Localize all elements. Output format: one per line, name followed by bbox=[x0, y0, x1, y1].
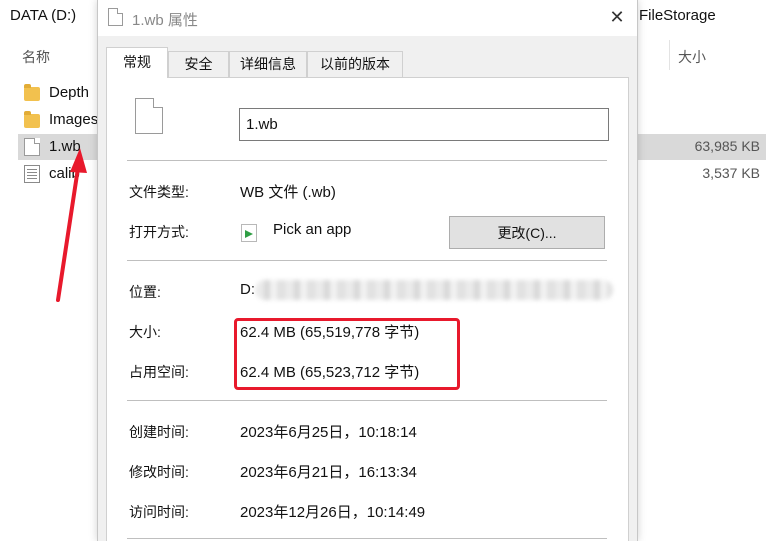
tab-security[interactable]: 安全 bbox=[168, 51, 229, 77]
tab-previous-versions[interactable]: 以前的版本 bbox=[307, 51, 403, 77]
column-header-name[interactable]: 名称 bbox=[22, 47, 50, 67]
accessed-value: 2023年12月26日，10:14:49 bbox=[240, 504, 426, 521]
created-value: 2023年6月25日，10:18:14 bbox=[240, 424, 417, 441]
exe-icon bbox=[24, 165, 40, 183]
divider bbox=[127, 260, 607, 261]
file-type-label: 文件类型: bbox=[129, 184, 189, 200]
dialog-titlebar[interactable]: 1.wb 属性 ✕ bbox=[98, 0, 637, 36]
file-name: calib bbox=[49, 165, 80, 182]
accessed-label: 访问时间: bbox=[129, 504, 189, 520]
file-name: 1.wb bbox=[49, 138, 81, 155]
created-label: 创建时间: bbox=[129, 424, 189, 440]
pick-app-icon bbox=[241, 224, 257, 242]
modified-value: 2023年6月21日，16:13:34 bbox=[240, 464, 417, 481]
file-size: 63,985 KB bbox=[694, 138, 760, 154]
blurred-path bbox=[255, 280, 613, 300]
close-icon[interactable]: ✕ bbox=[603, 4, 631, 30]
size-label: 大小: bbox=[129, 324, 161, 340]
tab-general[interactable]: 常规 bbox=[106, 47, 168, 78]
dialog-title: 1.wb 属性 bbox=[132, 12, 198, 29]
folder-icon bbox=[24, 111, 40, 128]
folder-title: FileStorage bbox=[639, 7, 716, 24]
column-divider[interactable] bbox=[669, 40, 670, 70]
file-name: Images bbox=[49, 111, 99, 128]
file-icon bbox=[24, 138, 40, 156]
file-name: Depth bbox=[49, 84, 90, 101]
file-size: 3,537 KB bbox=[702, 165, 760, 181]
folder-icon bbox=[24, 84, 40, 101]
change-button[interactable]: 更改(C)... bbox=[449, 216, 605, 249]
location-value: D: bbox=[240, 281, 255, 298]
highlight-box bbox=[234, 318, 460, 390]
divider bbox=[127, 160, 607, 161]
file-name-input[interactable] bbox=[239, 108, 609, 141]
drive-title: DATA (D:) bbox=[10, 7, 77, 24]
column-header-size[interactable]: 大小 bbox=[678, 47, 706, 67]
open-with-value: Pick an app bbox=[273, 221, 352, 238]
size-on-disk-label: 占用空间: bbox=[129, 364, 189, 380]
file-type-value: WB 文件 (.wb) bbox=[240, 184, 336, 201]
tab-details[interactable]: 详细信息 bbox=[229, 51, 307, 77]
file-icon bbox=[108, 8, 123, 26]
open-with-label: 打开方式: bbox=[129, 224, 189, 240]
divider bbox=[127, 400, 607, 401]
properties-dialog: 1.wb 属性 ✕ 常规 安全 详细信息 以前的版本 文件类型: WB 文件 (… bbox=[97, 0, 638, 541]
file-icon bbox=[135, 98, 163, 134]
location-label: 位置: bbox=[129, 284, 161, 300]
general-panel: 文件类型: WB 文件 (.wb) 打开方式: Pick an app 更改(C… bbox=[106, 77, 629, 541]
divider bbox=[127, 538, 607, 539]
modified-label: 修改时间: bbox=[129, 464, 189, 480]
